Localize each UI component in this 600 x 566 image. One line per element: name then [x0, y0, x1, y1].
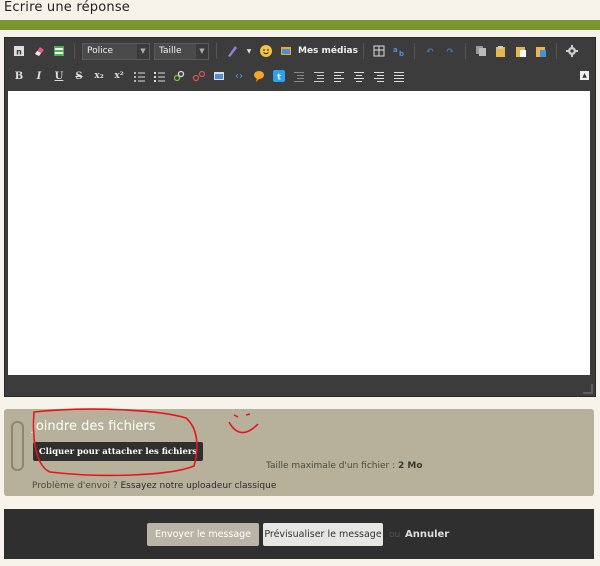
- quote-icon[interactable]: [252, 69, 266, 83]
- upload-problem: Problème d'envoi ? Essayez notre uploade…: [32, 481, 276, 491]
- media-icon[interactable]: [279, 44, 293, 58]
- max-size-value: 2 Mo: [398, 461, 423, 471]
- translate-icon[interactable]: ab: [392, 44, 406, 58]
- toolbar-separator: [465, 43, 466, 59]
- twitter-icon[interactable]: t: [272, 69, 286, 83]
- toolbar-separator: [363, 43, 364, 59]
- undo-icon[interactable]: ↶: [423, 44, 437, 58]
- italic-icon[interactable]: I: [32, 69, 46, 83]
- indent-icon[interactable]: [312, 69, 326, 83]
- numbered-list-icon[interactable]: [152, 69, 166, 83]
- outdent-icon[interactable]: [292, 69, 306, 83]
- form-actions: Envoyer le message Prévisualiser le mess…: [4, 509, 594, 559]
- paste-icon[interactable]: [494, 44, 508, 58]
- message-textarea[interactable]: [8, 91, 590, 375]
- settings-icon[interactable]: [565, 44, 579, 58]
- bold-icon[interactable]: B: [12, 69, 26, 83]
- chevron-down-icon: ▼: [196, 43, 208, 59]
- font-select-label: Police: [87, 46, 114, 56]
- svg-text:t: t: [277, 73, 281, 82]
- align-center-icon[interactable]: [352, 69, 366, 83]
- toolbar-separator: [556, 43, 557, 59]
- svg-text:n: n: [16, 48, 22, 57]
- reply-header: Ecrire une réponse: [0, 0, 600, 20]
- copy-icon[interactable]: [474, 44, 488, 58]
- attach-files-button[interactable]: Cliquer pour attacher les fichiers: [33, 442, 203, 461]
- problem-text: Problème d'envoi ?: [32, 481, 118, 491]
- link-icon[interactable]: [172, 69, 186, 83]
- or-separator: ou: [389, 530, 401, 540]
- smiley-icon[interactable]: [259, 44, 273, 58]
- subscript-icon[interactable]: x₂: [92, 69, 106, 83]
- paste-text-icon[interactable]: [514, 44, 528, 58]
- strikethrough-icon[interactable]: S: [72, 69, 86, 83]
- unlink-icon[interactable]: [192, 69, 206, 83]
- align-justify-icon[interactable]: [392, 69, 406, 83]
- chevron-down-icon: ▼: [137, 43, 149, 59]
- cancel-link[interactable]: Annuler: [405, 529, 449, 540]
- toolbar-row-2: B I U S x₂ x² ‹› t: [5, 64, 595, 88]
- align-right-icon[interactable]: [372, 69, 386, 83]
- redo-icon[interactable]: ↷: [443, 44, 457, 58]
- chevron-down-icon[interactable]: ▼: [245, 44, 253, 58]
- attachments-title: Joindre des fichiers: [32, 419, 156, 434]
- size-select[interactable]: Taille ▼: [154, 42, 209, 60]
- size-select-label: Taille: [159, 46, 182, 56]
- my-media-button[interactable]: Mes médias: [298, 46, 358, 56]
- accent-bar: [0, 20, 600, 30]
- table-icon[interactable]: [372, 44, 386, 58]
- toolbar-row-1: n Police ▼ Taille ▼ ▼ Mes médias ab ↶ ↷: [5, 38, 595, 64]
- toolbar-separator: [414, 43, 415, 59]
- bullet-list-icon[interactable]: [132, 69, 146, 83]
- svg-text:b: b: [399, 50, 404, 58]
- paste-word-icon[interactable]: [534, 44, 548, 58]
- underline-icon[interactable]: U: [52, 69, 66, 83]
- align-left-icon[interactable]: [332, 69, 346, 83]
- toolbar-separator: [216, 43, 217, 59]
- send-message-button[interactable]: Envoyer le message: [147, 523, 259, 546]
- toolbar-separator: [74, 43, 75, 59]
- paperclip-icon: [11, 421, 24, 471]
- preview-message-button[interactable]: Prévisualiser le message: [263, 523, 383, 546]
- source-mode-icon[interactable]: n: [12, 44, 26, 58]
- max-size-label: Taille maximale d'un fichier :: [266, 461, 396, 471]
- resize-handle-icon[interactable]: [583, 384, 593, 394]
- spreadsheet-icon[interactable]: [52, 44, 66, 58]
- text-color-icon[interactable]: [225, 44, 239, 58]
- svg-text:a: a: [393, 46, 398, 54]
- page-title: Ecrire une réponse: [4, 0, 130, 15]
- max-file-size: Taille maximale d'un fichier : 2 Mo: [266, 461, 423, 471]
- rich-text-editor: n Police ▼ Taille ▼ ▼ Mes médias ab ↶ ↷ B …: [4, 37, 596, 397]
- image-icon[interactable]: [212, 69, 226, 83]
- eraser-icon[interactable]: [32, 44, 46, 58]
- code-icon[interactable]: ‹›: [232, 69, 246, 83]
- superscript-icon[interactable]: x²: [112, 69, 126, 83]
- collapse-toolbar-icon[interactable]: ▲: [580, 71, 589, 80]
- attachments-panel: Joindre des fichiers Cliquer pour attach…: [4, 409, 594, 496]
- font-select[interactable]: Police ▼: [82, 42, 150, 60]
- classic-uploader-link[interactable]: Essayez notre uploadeur classique: [120, 481, 276, 491]
